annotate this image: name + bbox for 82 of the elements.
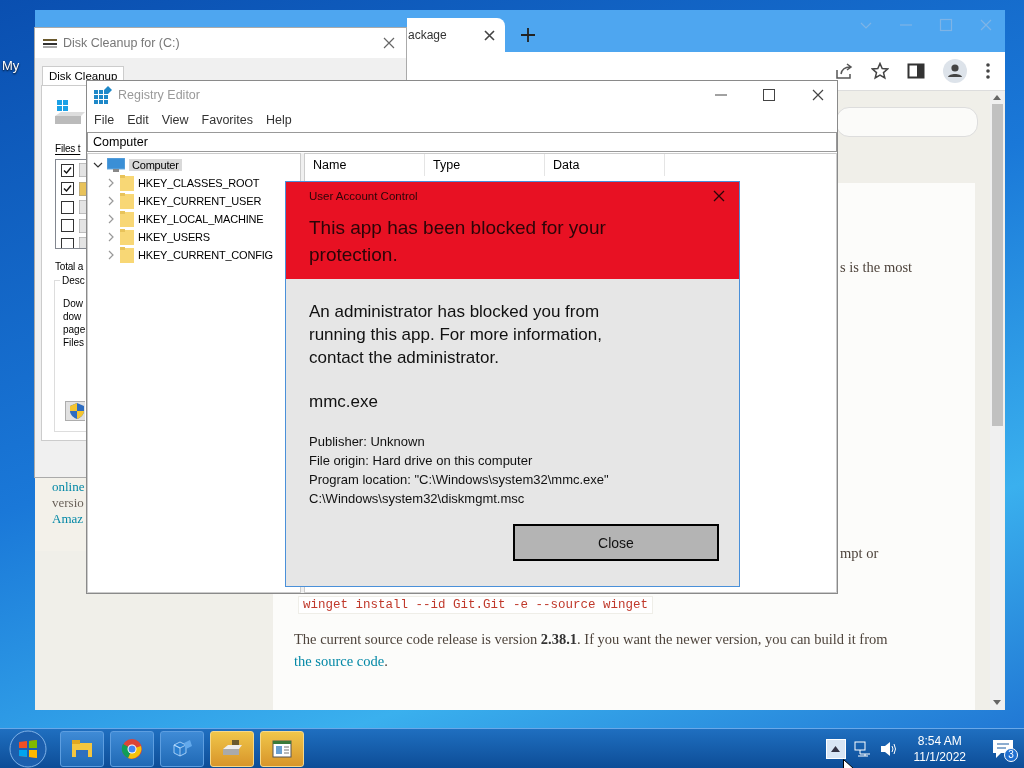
link[interactable]: Amaz	[52, 511, 84, 527]
share-icon[interactable]	[835, 62, 853, 80]
scroll-up-icon[interactable]	[993, 94, 1001, 100]
collapse-icon[interactable]	[93, 160, 103, 170]
code-block: winget install --id Git.Git -e --source winget	[298, 596, 654, 614]
browser-tab[interactable]: ackage	[407, 18, 505, 52]
tree-item[interactable]: Computer	[129, 159, 182, 171]
close-button[interactable]: Close	[513, 524, 719, 561]
profile-icon[interactable]	[943, 59, 967, 83]
menu-icon[interactable]	[985, 62, 991, 80]
folder-icon	[120, 229, 134, 245]
message-text: An administrator has blocked you from running this app. For more information, contact the administrator.	[309, 301, 603, 369]
description-text: page	[63, 323, 86, 336]
column-header[interactable]: Type	[425, 154, 545, 176]
text-fragment: s is the most	[840, 259, 913, 276]
scrollbar[interactable]	[990, 91, 1004, 710]
desktop-icon-label[interactable]: My	[2, 58, 20, 73]
checkbox[interactable]	[61, 200, 74, 214]
tree-item[interactable]: HKEY_LOCAL_MACHINE	[138, 213, 264, 225]
close-icon[interactable]	[484, 29, 495, 41]
window-title: Registry Editor	[118, 88, 201, 102]
menu-item[interactable]: File	[94, 113, 115, 127]
window-title: Disk Cleanup for (C:)	[63, 36, 181, 50]
search-field[interactable]	[836, 107, 978, 137]
menu-item[interactable]: View	[161, 113, 189, 127]
registry-icon	[94, 86, 112, 104]
tree-item[interactable]: HKEY_CLASSES_ROOT	[138, 177, 260, 189]
close-icon[interactable]	[713, 190, 725, 202]
taskbar-button[interactable]	[110, 730, 154, 767]
maximize-icon[interactable]	[763, 89, 775, 101]
address-bar[interactable]: Computer	[87, 132, 837, 152]
column-header[interactable]: Data	[545, 154, 665, 176]
browser-icon	[120, 736, 144, 761]
label: Total a	[55, 261, 84, 272]
folder-icon	[120, 247, 134, 263]
folder-icon	[120, 193, 134, 209]
dialog-heading: This app has been blocked for your protection.	[309, 216, 607, 267]
taskbar-button[interactable]	[160, 730, 204, 767]
text: versio	[52, 495, 84, 511]
folder-icon	[120, 175, 134, 191]
star-icon[interactable]	[871, 62, 889, 80]
label: Files t	[55, 143, 81, 154]
plus-icon[interactable]	[521, 28, 535, 42]
tree-item[interactable]: HKEY_CURRENT_CONFIG	[138, 249, 273, 261]
checkbox[interactable]	[61, 163, 74, 177]
shield-icon	[70, 403, 84, 419]
menu-item[interactable]: Edit	[127, 113, 149, 127]
checkbox[interactable]	[61, 219, 74, 232]
sidebar-icon[interactable]	[907, 62, 925, 80]
program-name: mmc.exe	[309, 392, 379, 412]
close-icon[interactable]	[382, 36, 396, 50]
detail-text: Program location: "C:\Windows\system32\mmc.exe" C:\Windows\system32\diskmgmt.msc	[309, 471, 610, 508]
text-fragment: mpt or	[840, 545, 879, 562]
description-text: Files	[63, 336, 85, 349]
computer-icon	[107, 158, 125, 172]
menu-item[interactable]: Help	[266, 113, 292, 127]
link[interactable]: online	[52, 479, 85, 495]
column-header[interactable]: Name	[305, 154, 425, 176]
drive-icon	[55, 100, 85, 126]
dialog-title: User Account Control	[309, 190, 418, 202]
paragraph: The current source code release is version 2.38.1. If you want the newer version, you can build it from the source code.	[294, 630, 889, 671]
detail-text: File origin: Hard drive on this computer	[309, 452, 534, 470]
folder-icon	[120, 211, 134, 227]
start-button[interactable]	[8, 728, 48, 768]
show-hidden-icons-button[interactable]	[825, 738, 846, 759]
detail-text: Publisher: Unknown	[309, 433, 426, 451]
close-icon[interactable]	[811, 88, 825, 102]
tree-item[interactable]: HKEY_CURRENT_USER	[138, 195, 262, 207]
caret-up-icon	[831, 745, 840, 752]
checkbox[interactable]	[61, 237, 74, 248]
checkbox[interactable]	[61, 182, 74, 195]
network-icon[interactable]	[853, 740, 872, 757]
clean-button[interactable]	[65, 401, 85, 421]
taskbar-button[interactable]	[60, 730, 104, 767]
scroll-down-icon[interactable]	[993, 700, 1001, 706]
group-label: Desc	[60, 274, 87, 287]
menu-item[interactable]: Favorites	[201, 113, 253, 127]
description-text: dow	[63, 310, 82, 323]
clock[interactable]: 8:54 AM 11/1/2022	[913, 732, 966, 765]
description-text: Dow	[63, 297, 83, 310]
tree-item[interactable]: HKEY_USERS	[138, 231, 210, 243]
volume-icon[interactable]	[879, 740, 898, 757]
